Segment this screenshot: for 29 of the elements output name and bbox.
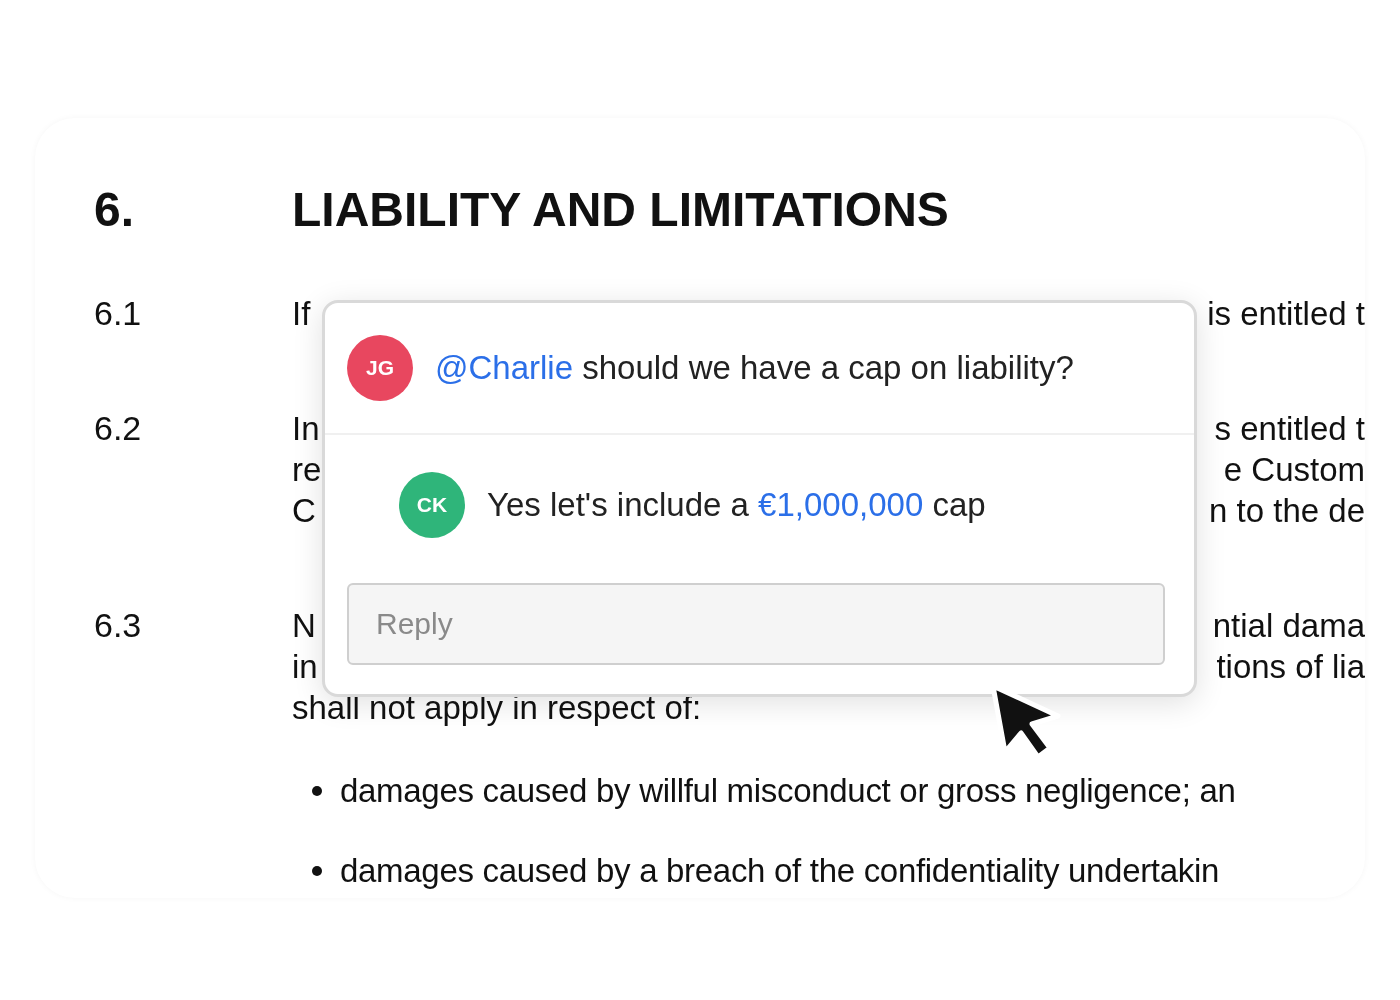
section-title: LIABILITY AND LIMITATIONS: [292, 182, 950, 238]
clause-text: in: [292, 647, 318, 687]
clause-text: C: [292, 491, 316, 531]
clause-text: tions of lia: [1216, 647, 1365, 687]
mention-link[interactable]: @Charlie: [435, 349, 574, 386]
bullet-text: damages caused by a breach of the confidentiality undertakin: [340, 851, 1220, 891]
section-number: 6.: [94, 182, 136, 238]
bullet-icon: [312, 785, 322, 796]
clause-text: n to the de: [1209, 491, 1365, 531]
clause-text: In: [292, 409, 320, 449]
clause-text: is entitled t: [1207, 294, 1365, 334]
bullet-text: damages caused by willful misconduct or gross negligence; an: [340, 771, 1236, 811]
bullet-icon: [312, 865, 322, 876]
clause-text: shall not apply in respect of:: [292, 688, 702, 728]
clause-text: If: [292, 294, 311, 334]
comment-text: Yes let's include a €1,000,000 cap: [487, 486, 986, 524]
avatar: CK: [399, 472, 465, 538]
clause-text: re: [292, 450, 322, 490]
clause-number: 6.3: [94, 605, 143, 646]
clause-number: 6.1: [94, 293, 143, 334]
clause-number: 6.2: [94, 408, 143, 449]
reply-field[interactable]: Reply: [347, 583, 1165, 665]
clause-text: ntial dama: [1212, 606, 1365, 646]
comment-text: @Charlie should we have a cap on liability?: [435, 349, 1074, 387]
clause-text: e Custom: [1223, 450, 1365, 490]
clause-text: N: [292, 606, 316, 646]
amount-link[interactable]: €1,000,000: [758, 486, 924, 523]
avatar: JG: [347, 335, 413, 401]
clause-text: s entitled t: [1214, 409, 1365, 449]
